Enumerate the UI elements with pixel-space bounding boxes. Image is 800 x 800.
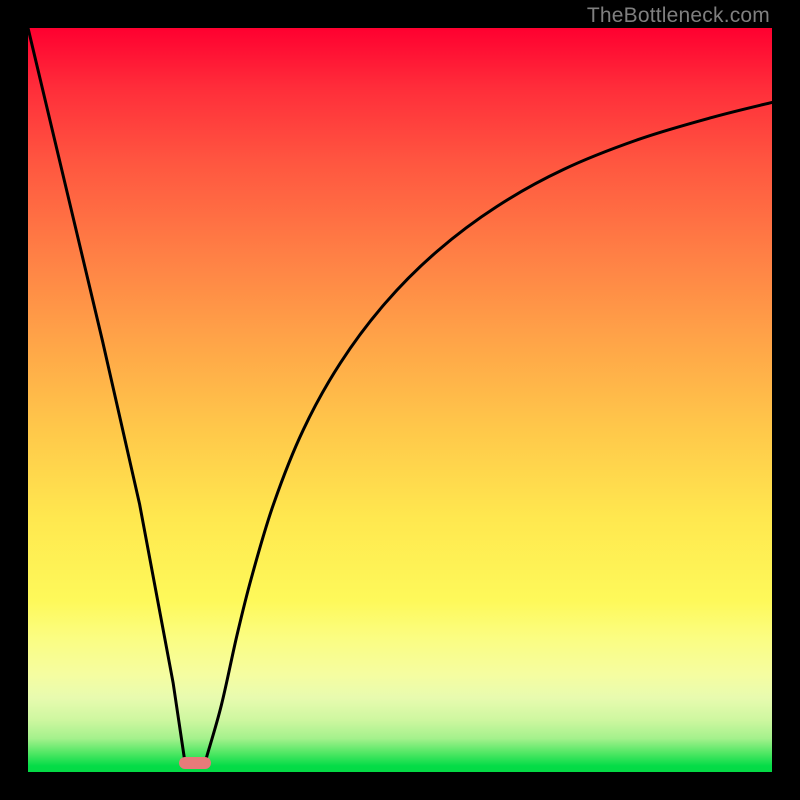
plot-area — [28, 28, 772, 772]
chart-frame: TheBottleneck.com — [0, 0, 800, 800]
curve-left-edge — [28, 28, 184, 757]
trough-marker — [179, 757, 211, 769]
watermark-text: TheBottleneck.com — [587, 4, 770, 28]
curve-layer — [28, 28, 772, 772]
curve-right — [207, 102, 772, 757]
